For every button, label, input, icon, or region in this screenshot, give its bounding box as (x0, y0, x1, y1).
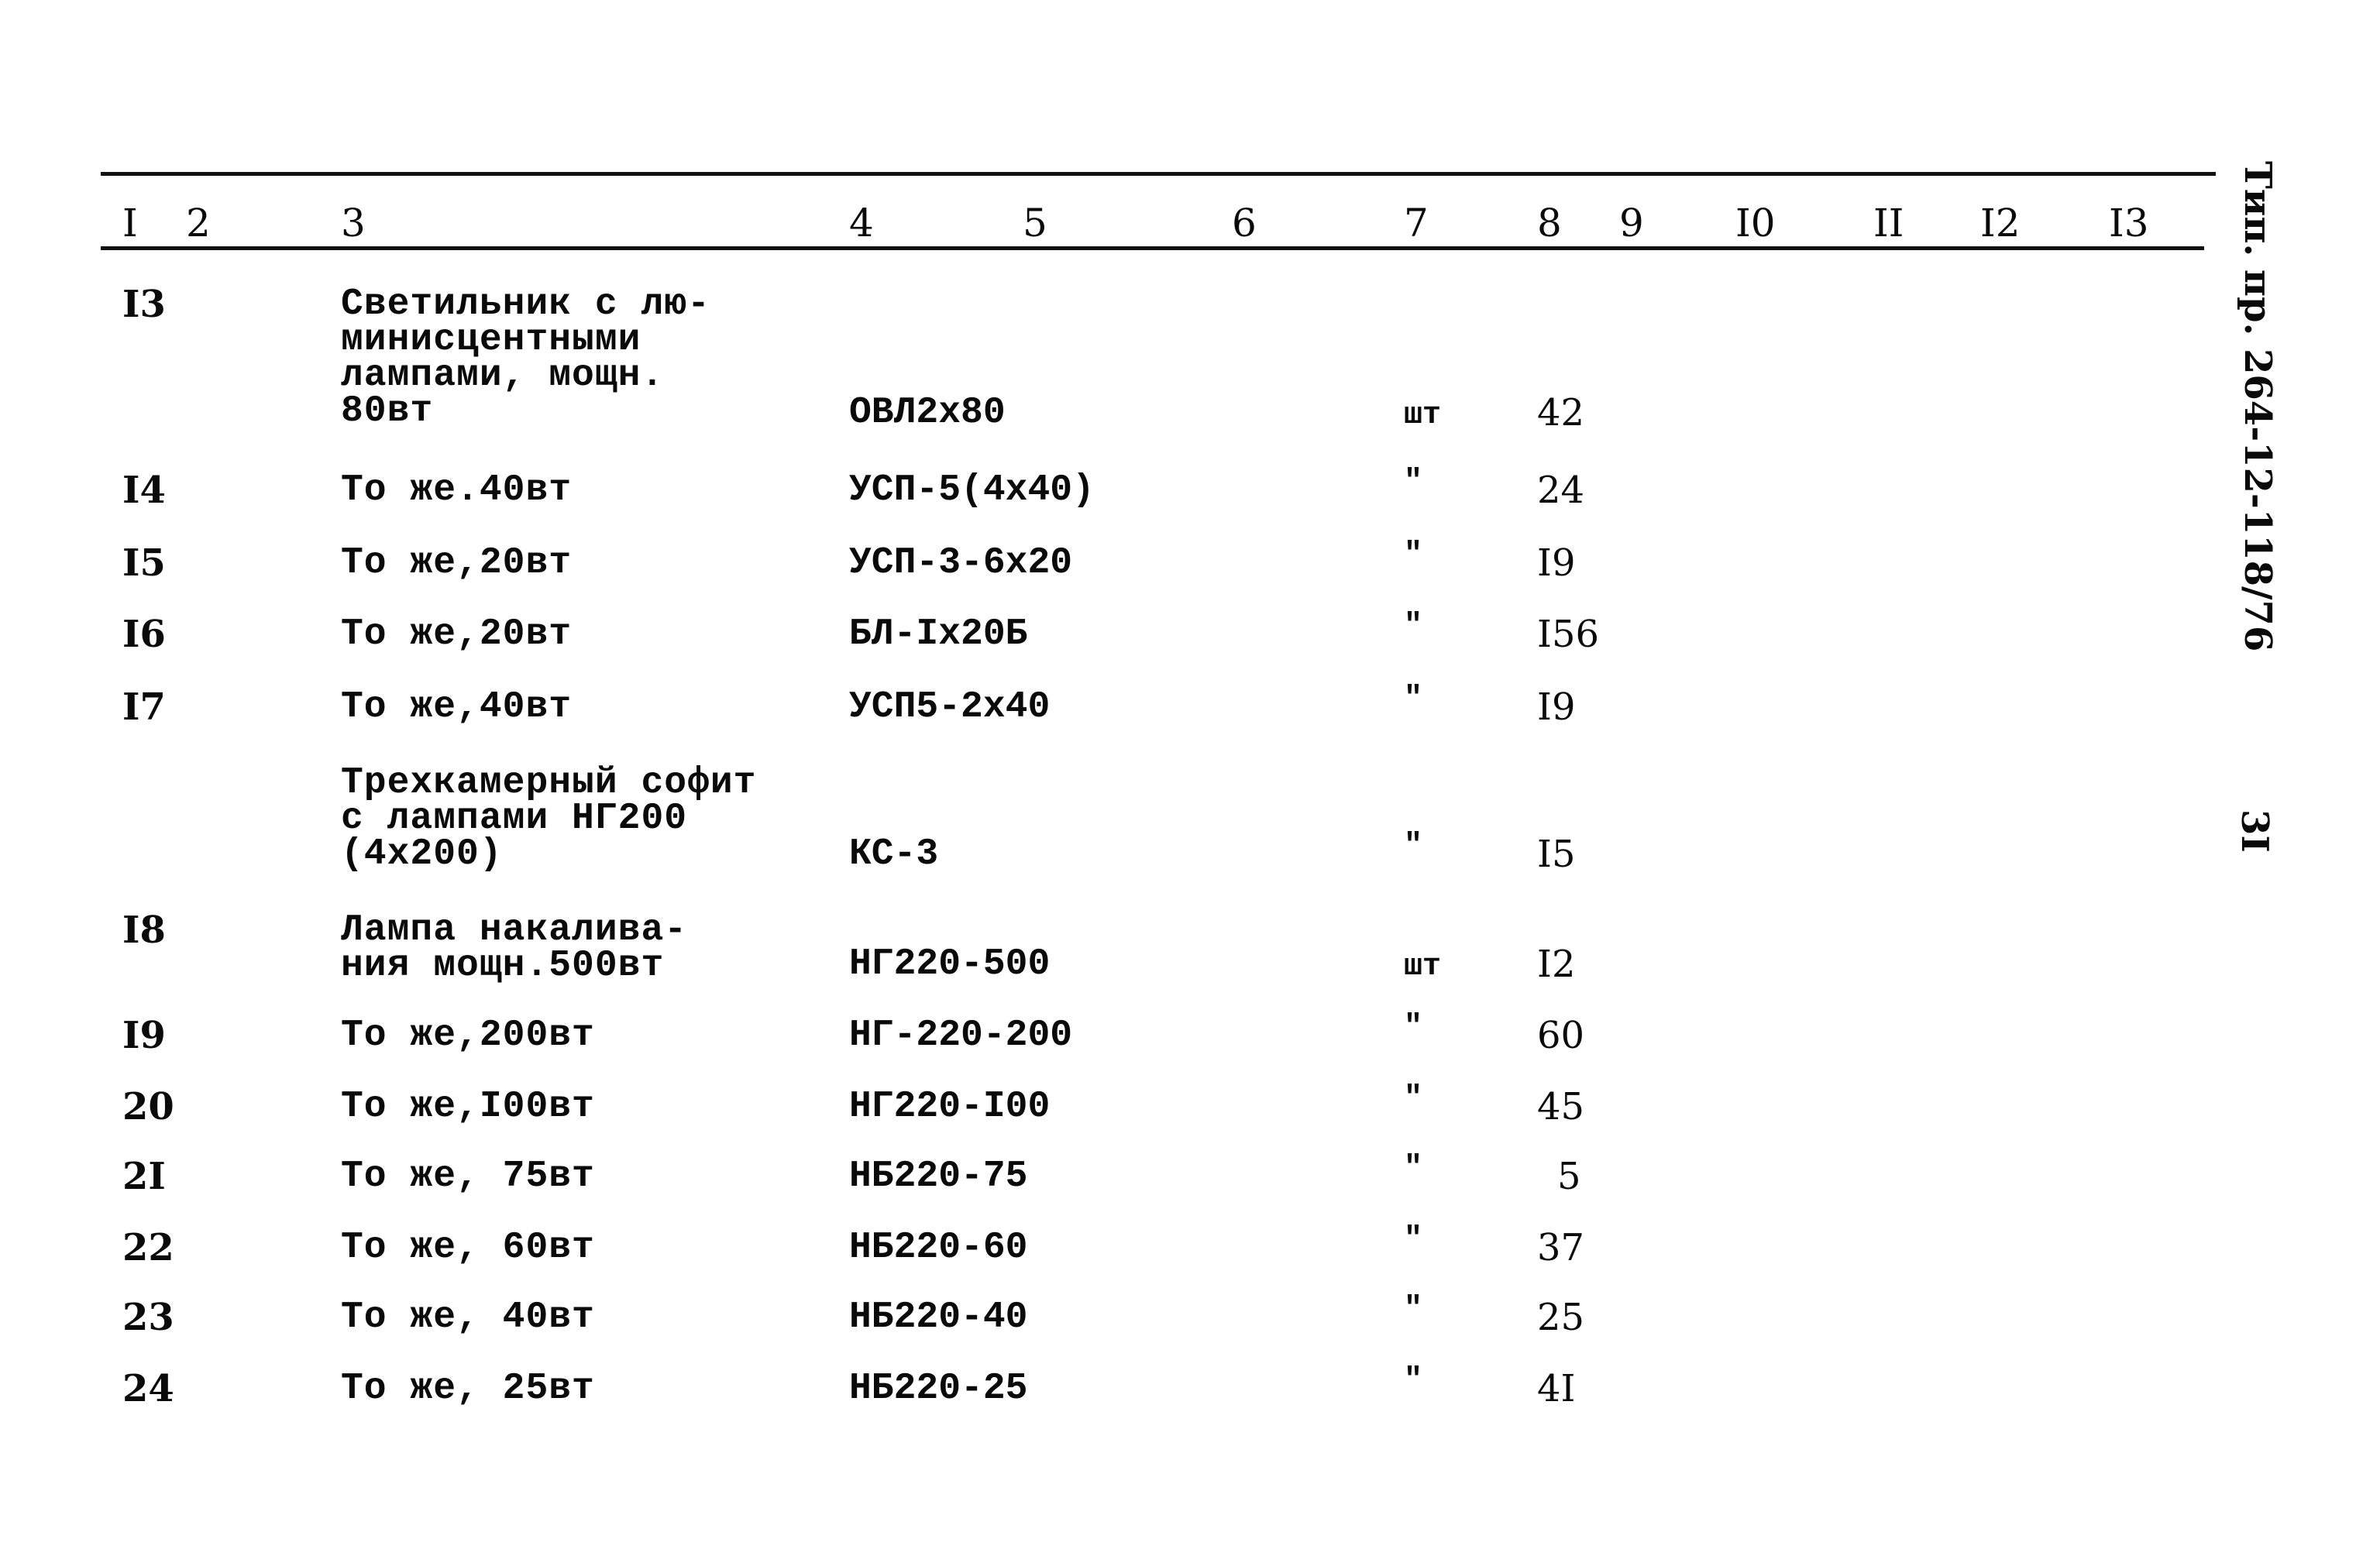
column-header: 7 (1404, 201, 1429, 246)
item-name: То же,20вт (341, 542, 573, 584)
item-name: Светильник с лю- минисцентными лампами, … (341, 283, 710, 432)
page-number-text: 3I (2233, 809, 2276, 853)
column-header: I (122, 201, 138, 246)
item-name: То же.40вт (341, 469, 573, 511)
row-number: I6 (122, 613, 166, 656)
item-mark: УСП-5(4х40) (849, 469, 1095, 511)
item-name: То же,40вт (341, 686, 573, 728)
row-number: I4 (122, 469, 166, 512)
row-number: 24 (122, 1367, 174, 1410)
item-unit: " (1404, 609, 1423, 644)
header-bottom-rule (101, 246, 2204, 250)
row-number: 22 (122, 1226, 174, 1269)
item-mark: НГ-220-200 (849, 1015, 1073, 1056)
document-code-vertical: Тип. пр. 264-12-118/76 (2231, 161, 2285, 651)
item-mark: НБ220-60 (849, 1227, 1028, 1269)
item-name: То же,200вт (341, 1015, 595, 1056)
item-unit: " (1404, 1151, 1423, 1186)
row-number: I8 (122, 909, 166, 952)
item-quantity: I56 (1537, 613, 1600, 656)
item-unit: " (1404, 465, 1423, 500)
item-quantity: I9 (1537, 541, 1576, 585)
document-code-text: Тип. пр. 264-12-118/76 (2236, 161, 2279, 652)
column-header: 9 (1619, 201, 1644, 246)
item-unit: " (1404, 682, 1423, 716)
column-header: 3 (341, 201, 366, 246)
item-unit: " (1404, 1222, 1423, 1257)
item-quantity: 5 (1557, 1155, 1581, 1198)
item-quantity: 37 (1537, 1226, 1585, 1269)
item-mark: НБ220-40 (849, 1297, 1028, 1338)
item-name: То же, 25вт (341, 1368, 595, 1410)
item-name: То же,20вт (341, 613, 573, 655)
item-mark: НГ220-500 (849, 943, 1051, 985)
item-mark: НБ220-75 (849, 1156, 1028, 1197)
column-header: I2 (1980, 201, 2021, 246)
item-unit: " (1404, 1010, 1423, 1045)
column-header: 2 (186, 201, 211, 246)
item-quantity: 4I (1537, 1367, 1576, 1410)
item-mark: КС-3 (849, 833, 939, 875)
item-name: То же, 60вт (341, 1227, 595, 1269)
column-header: II (1873, 201, 1904, 246)
column-header: I0 (1735, 201, 1776, 246)
column-header: 5 (1023, 201, 1047, 246)
item-name: Трехкамерный софит с лампами НГ200 (4х20… (341, 762, 757, 875)
item-quantity: I2 (1537, 943, 1576, 986)
item-quantity: 25 (1537, 1296, 1585, 1339)
column-header: 6 (1232, 201, 1257, 246)
row-number: 20 (122, 1085, 174, 1128)
item-mark: УСП5-2х40 (849, 686, 1051, 728)
item-quantity: 42 (1537, 391, 1585, 435)
item-mark: НГ220-I00 (849, 1086, 1051, 1128)
item-unit: " (1404, 1081, 1423, 1116)
item-unit: шт (1404, 950, 1442, 984)
item-name: Лампа накалива- ния мощн.500вт (341, 909, 688, 987)
item-unit: шт (1404, 398, 1442, 433)
page-number: 3I (2233, 809, 2279, 864)
item-unit: " (1404, 1292, 1423, 1327)
item-quantity: I5 (1537, 833, 1576, 876)
item-name: То же,I00вт (341, 1086, 595, 1128)
item-unit: " (1404, 538, 1423, 572)
row-number: I9 (122, 1014, 166, 1057)
column-header: I3 (2109, 201, 2149, 246)
item-mark: ОВЛ2х80 (849, 392, 1006, 434)
row-number: 2I (122, 1155, 166, 1198)
column-header: 8 (1537, 201, 1562, 246)
table-top-rule (101, 172, 2216, 176)
item-mark: УСП-3-6х20 (849, 542, 1073, 584)
item-quantity: 24 (1537, 469, 1585, 512)
item-unit: " (1404, 829, 1423, 864)
item-quantity: 60 (1537, 1014, 1585, 1057)
item-quantity: 45 (1537, 1085, 1585, 1128)
item-mark: БЛ-Iх20Б (849, 613, 1028, 655)
item-name: То же, 75вт (341, 1156, 595, 1197)
item-quantity: I9 (1537, 685, 1576, 729)
item-unit: " (1404, 1363, 1423, 1398)
item-name: То же, 40вт (341, 1297, 595, 1338)
row-number: I3 (122, 283, 166, 326)
row-number: I7 (122, 685, 166, 729)
item-mark: НБ220-25 (849, 1368, 1028, 1410)
column-header: 4 (849, 201, 874, 246)
row-number: 23 (122, 1296, 174, 1339)
row-number: I5 (122, 541, 166, 585)
